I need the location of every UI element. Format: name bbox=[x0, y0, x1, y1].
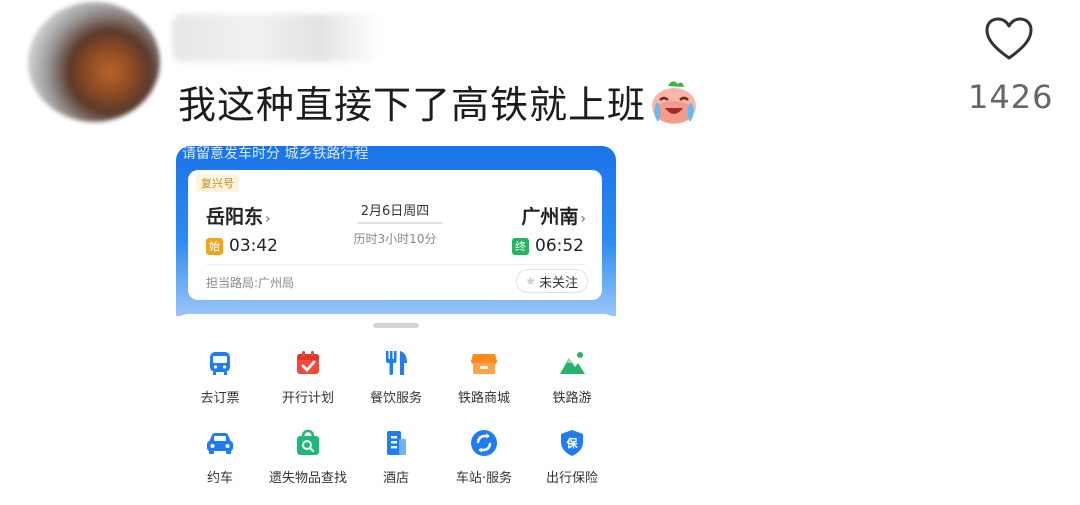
service-rail-travel[interactable]: 铁路游 bbox=[528, 348, 616, 406]
calendar-check-icon bbox=[293, 348, 323, 378]
service-label: 铁路游 bbox=[552, 391, 592, 406]
insurance-shield-icon: 保 bbox=[557, 428, 587, 458]
service-station[interactable]: 车站·服务 bbox=[440, 428, 528, 486]
shop-icon bbox=[469, 348, 499, 378]
username-blurred[interactable] bbox=[172, 14, 382, 62]
train-ticket-icon bbox=[205, 348, 235, 378]
star-icon: ★ bbox=[525, 274, 536, 288]
follow-button[interactable]: ★ 未关注 bbox=[516, 269, 588, 293]
lost-bag-icon bbox=[293, 428, 323, 458]
railway-bureau: 担当路局:广州局 bbox=[206, 276, 295, 290]
service-label: 遗失物品查找 bbox=[268, 471, 347, 486]
service-insurance[interactable]: 保 出行保险 bbox=[528, 428, 616, 486]
car-icon bbox=[205, 428, 235, 458]
service-book-ticket[interactable]: 去订票 bbox=[176, 348, 264, 406]
card-divider bbox=[206, 264, 586, 265]
arrive-time: 06:52 bbox=[535, 236, 584, 256]
avatar[interactable] bbox=[28, 2, 160, 122]
service-label: 餐饮服务 bbox=[369, 391, 422, 406]
service-label: 酒店 bbox=[382, 471, 409, 486]
hotel-building-icon bbox=[381, 428, 411, 458]
station-service-icon bbox=[469, 428, 499, 458]
arrive-time-group: 终 06:52 bbox=[512, 236, 584, 256]
follow-label: 未关注 bbox=[538, 275, 578, 291]
service-label: 约车 bbox=[206, 471, 233, 486]
comment-text-label: 我这种直接下了高铁就上班 bbox=[178, 83, 647, 127]
service-label: 车站·服务 bbox=[455, 471, 513, 486]
service-label: 开行计划 bbox=[281, 391, 334, 406]
service-grid: 去订票 开行计划 餐饮服务 铁路商城 铁路游 约车 遗失物品查找 酒店 车站·服… bbox=[176, 348, 616, 486]
fork-knife-icon bbox=[381, 348, 411, 378]
mountain-icon bbox=[557, 348, 587, 378]
train-type-tag: 复兴号 bbox=[196, 174, 239, 192]
service-lost-found[interactable]: 遗失物品查找 bbox=[264, 428, 352, 486]
service-ride[interactable]: 约车 bbox=[176, 428, 264, 486]
depart-time: 03:42 bbox=[229, 236, 278, 256]
comment-text: 我这种直接下了高铁就上班 bbox=[178, 74, 700, 129]
ticket-card[interactable]: 复兴号 岳阳东 › 广州南 › 2月6日周四 历时3小时10分 始 03:42 终 … bbox=[188, 170, 602, 300]
service-sheet: 去订票 开行计划 餐饮服务 铁路商城 铁路游 约车 遗失物品查找 酒店 车站·服… bbox=[176, 314, 616, 505]
depart-badge: 始 bbox=[206, 237, 223, 255]
route-line bbox=[358, 222, 442, 224]
crying-face-emoji-icon bbox=[648, 78, 700, 126]
service-label: 铁路商城 bbox=[457, 391, 510, 406]
service-label: 出行保险 bbox=[545, 471, 598, 486]
service-label: 去订票 bbox=[200, 391, 240, 406]
service-schedule[interactable]: 开行计划 bbox=[264, 348, 352, 406]
heart-like-icon[interactable] bbox=[984, 16, 1034, 62]
service-mall[interactable]: 铁路商城 bbox=[440, 348, 528, 406]
cut-off-notice-text: 请留意发车时分 城乡铁路行程 bbox=[182, 146, 369, 162]
service-catering[interactable]: 餐饮服务 bbox=[352, 348, 440, 406]
service-hotel[interactable]: 酒店 bbox=[352, 428, 440, 486]
like-count: 1426 bbox=[968, 78, 1054, 116]
drag-handle[interactable] bbox=[373, 323, 419, 328]
svg-text:保: 保 bbox=[566, 436, 579, 450]
arrive-badge: 终 bbox=[512, 237, 529, 255]
travel-date: 2月6日周四 bbox=[360, 204, 430, 219]
embedded-screenshot[interactable]: 请留意发车时分 城乡铁路行程 复兴号 岳阳东 › 广州南 › 2月6日周四 历时3小… bbox=[176, 146, 616, 505]
depart-time-group: 始 03:42 bbox=[206, 236, 278, 256]
